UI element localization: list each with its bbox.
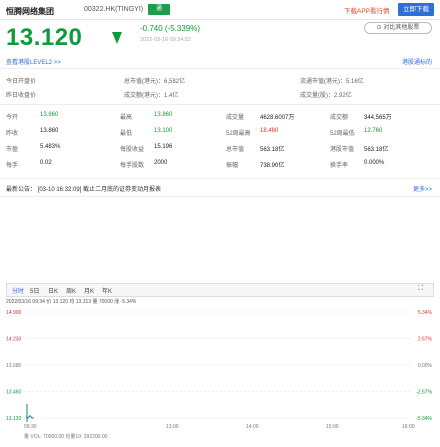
stock-header: 恒腾网络集团 00322.HK(TINGYI) 通 下载APP看行情 立即下载 <box>0 0 440 20</box>
summary-label: 昨日收盘价 <box>6 93 37 99</box>
stat-label: 今开 <box>6 115 19 121</box>
y-axis-right-label: -5.34% <box>416 416 432 422</box>
stat-label: 港股市值 <box>330 147 355 153</box>
download-button[interactable]: 立即下载 <box>398 3 434 16</box>
stat-value: 15.196 <box>154 144 173 150</box>
divider <box>0 178 440 179</box>
hk-connect-tag: 港股通标的 <box>401 60 432 66</box>
stat-value: 2000 <box>154 160 168 166</box>
summary-right: 成交量(股)：2.92亿 <box>300 93 352 99</box>
level2-link[interactable]: 查看港股LEVEL2 >> <box>6 57 61 66</box>
x-axis-label: 15:00 <box>326 424 339 430</box>
chart-tab[interactable]: 年K <box>102 286 112 295</box>
compare-button[interactable]: ⊙ 对比其他股票 <box>364 22 432 34</box>
x-axis-label: 13:00 <box>166 424 179 430</box>
y-axis-left-label: 13.460 <box>6 390 22 396</box>
y-axis-right-label: -2.67% <box>416 390 432 396</box>
stat-value: 13.100 <box>154 128 173 134</box>
stat-label: 昨收 <box>6 131 19 137</box>
stat-value: 18.480 <box>260 128 279 134</box>
stat-label: 市盈 <box>6 147 19 153</box>
app-download-text[interactable]: 下载APP看行情 <box>344 5 390 15</box>
stat-label: 振幅 <box>226 163 239 169</box>
news-more-link[interactable]: 更多>> <box>413 184 432 193</box>
stock-name: 恒腾网络集团 <box>6 7 54 16</box>
stat-label: 每手 <box>6 163 19 169</box>
stat-label: 成交量 <box>226 115 245 121</box>
stat-label: 52周最低 <box>330 131 355 137</box>
divider <box>0 104 440 105</box>
stat-label: 每股收益 <box>120 147 145 153</box>
stat-label: 每手股数 <box>120 163 145 169</box>
volume-footer: 量 VOL: 70000.00 均量10: 292200.00 <box>24 433 108 440</box>
chart-tab[interactable]: 周K <box>66 286 76 295</box>
stat-label: 最高 <box>120 115 133 121</box>
chart-tab[interactable]: 月K <box>84 286 94 295</box>
stat-label: 总市值 <box>226 147 245 153</box>
price-change: -0.740 (-5.339%) <box>140 24 201 33</box>
y-axis-right-label: 0.00% <box>418 363 433 369</box>
quote-timestamp: 2022-03-16 09:34:52 <box>140 37 192 43</box>
x-axis-label: 09:30 <box>24 424 37 430</box>
chart-info-line: 2022/03/16 09:34 价 13.120 均 13.313 量 700… <box>6 299 137 305</box>
stat-value: 5.483% <box>40 144 61 150</box>
x-axis-label: 14:00 <box>246 424 259 430</box>
y-axis-right-label: 5.34% <box>418 310 433 316</box>
stat-value: 344,565万 <box>364 115 392 121</box>
chart-tab[interactable]: 分时 <box>12 286 24 295</box>
stat-label: 换手率 <box>330 163 349 169</box>
stat-label: 52周最高 <box>226 131 251 137</box>
stat-value: 13.860 <box>40 128 59 134</box>
stat-label: 最低 <box>120 131 133 137</box>
stat-value: 0.000% <box>364 160 385 166</box>
stat-value: 0.02 <box>40 160 52 166</box>
y-axis-right-label: 2.67% <box>418 337 433 343</box>
stock-code: 00322.HK(TINGYI) <box>84 6 144 13</box>
y-axis-left-label: 13.120 <box>6 416 22 422</box>
y-axis-left-label: 14.230 <box>6 337 22 343</box>
stat-value: 738.90亿 <box>260 163 285 169</box>
stat-value: 12.760 <box>364 128 383 134</box>
summary-right: 流通市值(港元)：5.16亿 <box>300 79 364 85</box>
stat-value: 13.860 <box>40 112 59 118</box>
summary-label: 今日开盘价 <box>6 79 37 85</box>
y-axis-left-label: 13.680 <box>6 363 22 369</box>
stat-value: 563.18亿 <box>364 147 389 153</box>
news-line[interactable]: 最新公告： [03-10 16:32:09] 截止二月底的证券变动月报表 <box>6 184 161 193</box>
stat-value: 13.860 <box>154 112 173 118</box>
divider <box>0 196 440 197</box>
down-arrow-icon <box>112 32 122 44</box>
summary-mid: 成交额(港元)：1.4亿 <box>124 93 179 99</box>
chart-tab[interactable]: 5日 <box>30 286 39 295</box>
x-axis-label: 16:00 <box>402 424 415 430</box>
y-axis-left-label: 14.900 <box>6 310 22 316</box>
connect-badge[interactable]: 通 <box>148 4 170 15</box>
fullscreen-icon[interactable]: ⛶ <box>418 285 423 293</box>
stat-value: 563.18亿 <box>260 147 285 153</box>
stat-value: 4628.6007万 <box>260 115 295 121</box>
chart-tab[interactable]: 日K <box>48 286 58 295</box>
divider <box>0 68 440 69</box>
stat-label: 成交额 <box>330 115 349 121</box>
summary-mid: 总市值(港元)：6,582亿 <box>124 79 186 85</box>
current-price: 13.120 <box>6 24 83 51</box>
intraday-chart[interactable]: 14.900 5.34% 14.230 2.67% 13.680 0.00% 13.460 -… <box>6 308 434 442</box>
